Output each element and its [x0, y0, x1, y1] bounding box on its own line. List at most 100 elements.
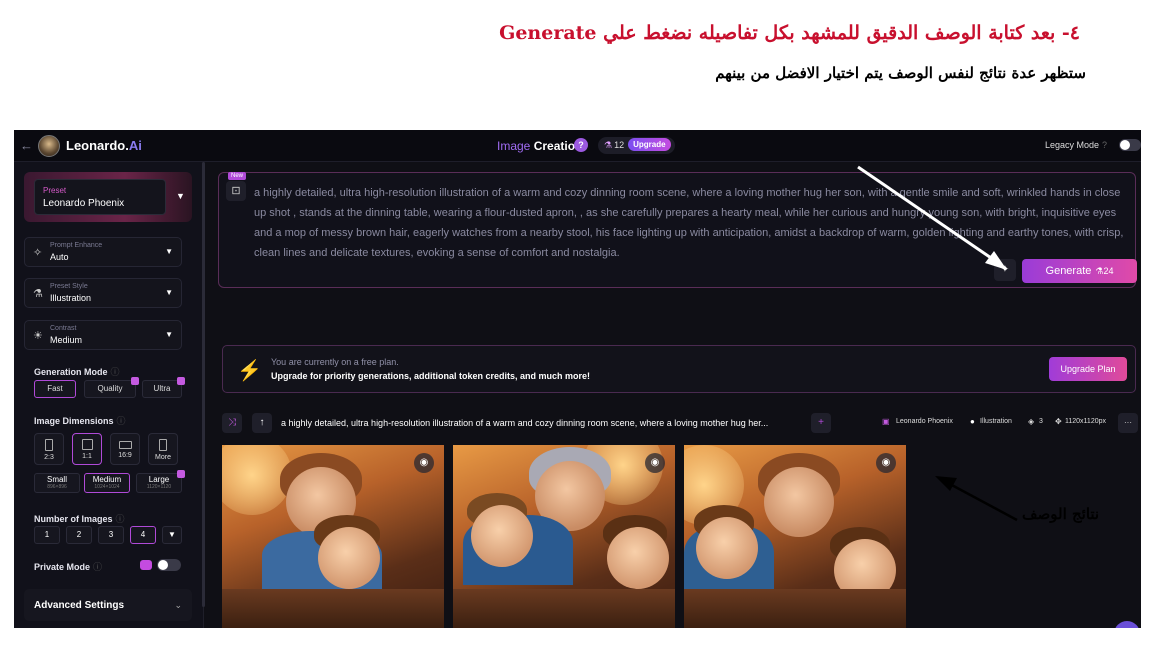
ratio-16-9[interactable]: 16:9 — [110, 433, 140, 465]
prompt-enhance-select[interactable]: ✧ Prompt Enhance Auto ▼ — [24, 237, 182, 267]
ratio-2-3[interactable]: 2:3 — [34, 433, 64, 465]
view-eye-icon[interactable]: ◉ — [645, 453, 665, 473]
prompt-enhance-key: Prompt Enhance — [50, 242, 103, 249]
enhance-sparkle-icon[interactable]: ✦ — [994, 259, 1016, 281]
image-prompt-icon[interactable]: ⊡ — [226, 181, 246, 201]
style-icon: ⚗ — [33, 288, 43, 300]
advanced-settings-label: Advanced Settings — [34, 600, 125, 611]
help-icon[interactable]: ⓘ — [117, 416, 126, 426]
image-count: 3 — [1039, 418, 1043, 425]
private-mode-label: Private Mode ⓘ — [34, 562, 103, 572]
generation-prompt: a highly detailed, ultra high-resolution… — [281, 418, 769, 428]
top-bar: ← Leonardo.Ai Image Creation ? ⚗ 12 Upgrad… — [14, 130, 1141, 162]
num-images-2[interactable]: 2 — [66, 526, 92, 544]
upgrade-plan-button[interactable]: Upgrade Plan — [1049, 357, 1127, 381]
sparkle-icon: ✧ — [33, 247, 43, 259]
ratio-1-1[interactable]: 1:1 — [72, 433, 102, 465]
chevron-down-icon: ▼ — [168, 530, 176, 539]
preset-style-key: Preset Style — [50, 283, 88, 290]
plan-line-1: You are currently on a free plan. — [271, 357, 399, 367]
reuse-prompt-icon[interactable]: ↑ — [252, 413, 272, 433]
num-images-more[interactable]: ▼ — [162, 526, 182, 544]
caption-note: ستظهر عدة نتائج لنفس الوصف يتم اختيار ال… — [715, 64, 1086, 82]
mode-fast[interactable]: Fast — [34, 380, 76, 398]
chat-support-icon[interactable] — [1114, 621, 1140, 628]
preset-style-select[interactable]: ⚗ Preset Style Illustration ▼ — [24, 278, 182, 308]
remix-icon[interactable]: ⤨ — [222, 413, 242, 433]
legacy-mode-label: Legacy Mode? — [1045, 140, 1108, 150]
mode-ultra[interactable]: Ultra — [142, 377, 185, 398]
result-image-3[interactable]: ◉ — [684, 445, 906, 628]
logo-avatar — [38, 135, 60, 157]
premium-badge-icon — [131, 377, 139, 385]
help-icon[interactable]: ⓘ — [116, 514, 125, 524]
chevron-down-icon: ▼ — [165, 247, 173, 256]
preset-key: Preset — [43, 186, 67, 195]
caption-step: ٤- بعد كتابة الوصف الدقيق للمشهد بكل تفا… — [499, 22, 1080, 44]
help-icon[interactable]: ⓘ — [111, 367, 120, 377]
contrast-icon: ☀ — [33, 330, 43, 342]
legacy-help-icon[interactable]: ? — [1102, 140, 1107, 150]
image-dimensions: 1120x1120px — [1065, 418, 1106, 425]
premium-badge-icon — [177, 377, 185, 385]
token-balance: ⚗ 12 Upgrade — [598, 137, 675, 154]
number-of-images-label: Number of Images ⓘ — [34, 514, 125, 524]
style-name: Illustration — [980, 418, 1012, 425]
free-plan-banner: ⚡ You are currently on a free plan. Upgr… — [222, 345, 1136, 393]
more-options-button[interactable]: ··· — [1118, 413, 1138, 433]
contrast-select[interactable]: ☀ Contrast Medium ▼ — [24, 320, 182, 350]
page-title: Image Creation — [497, 139, 583, 153]
result-image-1[interactable]: ◉ — [222, 445, 444, 628]
image-dimensions-label: Image Dimensions ⓘ — [34, 416, 126, 426]
num-images-1[interactable]: 1 — [34, 526, 60, 544]
generate-button[interactable]: Generate ⚗24 — [1022, 259, 1137, 283]
generation-header: ⤨ ↑ a highly detailed, ultra high-resolu… — [222, 413, 1138, 435]
new-badge: New — [228, 172, 247, 180]
generation-mode-label: Generation Mode ⓘ — [34, 367, 120, 377]
lightning-icon: ⚡ — [237, 360, 262, 382]
size-small[interactable]: Small 896×896 — [34, 473, 80, 493]
result-image-2[interactable]: ◉ — [453, 445, 675, 628]
private-mode-toggle[interactable] — [157, 559, 181, 571]
add-button[interactable]: + — [811, 413, 831, 433]
num-images-4[interactable]: 4 — [130, 526, 156, 544]
style-icon: ● — [970, 417, 975, 426]
size-medium[interactable]: Medium 1024×1024 — [84, 473, 130, 493]
leonardo-app: ← Leonardo.Ai Image Creation ? ⚗ 12 Upgrad… — [14, 130, 1141, 628]
chevron-down-icon: ⌄ — [174, 600, 182, 610]
layers-icon: ◈ — [1028, 417, 1035, 426]
model-name: Leonardo Phoenix — [896, 418, 953, 425]
mode-quality[interactable]: Quality — [84, 377, 139, 398]
view-eye-icon[interactable]: ◉ — [414, 453, 434, 473]
contrast-key: Contrast — [50, 325, 77, 332]
view-eye-icon[interactable]: ◉ — [876, 453, 896, 473]
legacy-mode-toggle[interactable] — [1119, 139, 1141, 151]
sidebar-scrollbar[interactable] — [202, 162, 205, 607]
back-arrow-icon[interactable]: ← — [20, 138, 33, 153]
upgrade-button[interactable]: Upgrade — [628, 138, 671, 151]
prompt-box[interactable]: New ⊡ a highly detailed, ultra high-reso… — [218, 172, 1137, 288]
premium-badge-icon — [177, 470, 185, 478]
plan-line-2: Upgrade for priority generations, additi… — [271, 371, 591, 381]
prompt-input[interactable]: a highly detailed, ultra high-resolution… — [254, 183, 1129, 263]
size-large[interactable]: Large 1120×1120 — [136, 470, 185, 493]
results-label: نتائج الوصف — [1022, 505, 1100, 523]
model-icon: ▣ — [882, 417, 890, 426]
help-icon[interactable]: ⓘ — [93, 562, 102, 572]
chevron-down-icon: ▼ — [165, 330, 173, 339]
brand-name[interactable]: Leonardo.Ai — [66, 138, 142, 153]
chevron-down-icon: ▼ — [165, 288, 173, 297]
token-icon: ⚗ — [604, 140, 613, 150]
ratio-more[interactable]: More — [148, 433, 178, 465]
chevron-down-icon: ▼ — [176, 191, 185, 201]
premium-badge-icon — [140, 560, 152, 570]
advanced-settings[interactable]: Advanced Settings ⌄ — [24, 589, 192, 621]
preset-selector[interactable]: Preset Leonardo Phoenix ▼ — [24, 172, 192, 222]
preset-value: Leonardo Phoenix — [43, 198, 125, 209]
prompt-enhance-value: Auto — [50, 252, 69, 262]
dimensions-icon: ✥ — [1055, 417, 1062, 426]
preset-style-value: Illustration — [50, 293, 92, 303]
help-icon[interactable]: ? — [574, 138, 588, 152]
contrast-value: Medium — [50, 335, 83, 345]
num-images-3[interactable]: 3 — [98, 526, 124, 544]
